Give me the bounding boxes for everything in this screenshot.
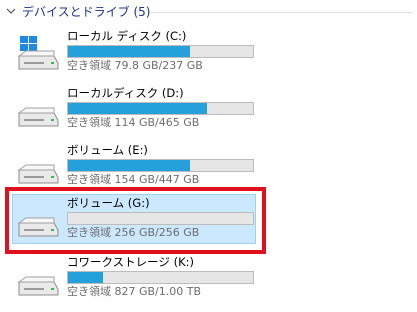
section-title: デバイスとドライブ (5) (22, 4, 151, 19)
hard-drive-icon (17, 217, 59, 237)
free-space-text: 空き領域 154 GB/447 GB (67, 173, 200, 186)
usage-bar (67, 45, 254, 58)
drive-name: ローカルディスク (D:) (67, 86, 184, 100)
drive-name: コワークストレージ (K:) (67, 255, 194, 269)
free-space-text: 空き領域 827 GB/1.00 TB (67, 285, 202, 298)
devices-section-header[interactable]: デバイスとドライブ (5) (6, 2, 150, 20)
usage-bar (67, 159, 254, 172)
free-space-text: 空き領域 256 GB/256 GB (67, 226, 200, 239)
usage-bar-fill (68, 272, 104, 283)
drive-item-selected[interactable]: ボリューム (G:) 空き領域 256 GB/256 GB (12, 194, 256, 244)
drive-item[interactable]: ローカル ディスク (C:) 空き領域 79.8 GB/237 GB (12, 27, 264, 77)
drive-item[interactable]: ボリューム (E:) 空き領域 154 GB/447 GB (12, 141, 264, 191)
hard-drive-icon (17, 276, 59, 296)
windows-drive-icon (17, 36, 59, 70)
usage-bar (67, 212, 254, 225)
section-divider (150, 12, 413, 13)
drive-item[interactable]: コワークストレージ (K:) 空き領域 827 GB/1.00 TB (12, 253, 264, 303)
usage-bar-fill (68, 46, 191, 57)
free-space-text: 空き領域 114 GB/465 GB (67, 116, 200, 129)
drive-name: ボリューム (G:) (67, 196, 150, 210)
usage-bar-fill (68, 160, 191, 171)
free-space-text: 空き領域 79.8 GB/237 GB (67, 59, 203, 72)
usage-bar-fill (68, 103, 207, 114)
chevron-down-icon (6, 8, 16, 14)
usage-bar (67, 102, 254, 115)
hard-drive-icon (17, 107, 59, 127)
drive-item[interactable]: ローカルディスク (D:) 空き領域 114 GB/465 GB (12, 84, 264, 134)
usage-bar (67, 271, 254, 284)
drive-name: ローカル ディスク (C:) (67, 29, 187, 43)
hard-drive-icon (17, 164, 59, 184)
drive-name: ボリューム (E:) (67, 143, 148, 157)
